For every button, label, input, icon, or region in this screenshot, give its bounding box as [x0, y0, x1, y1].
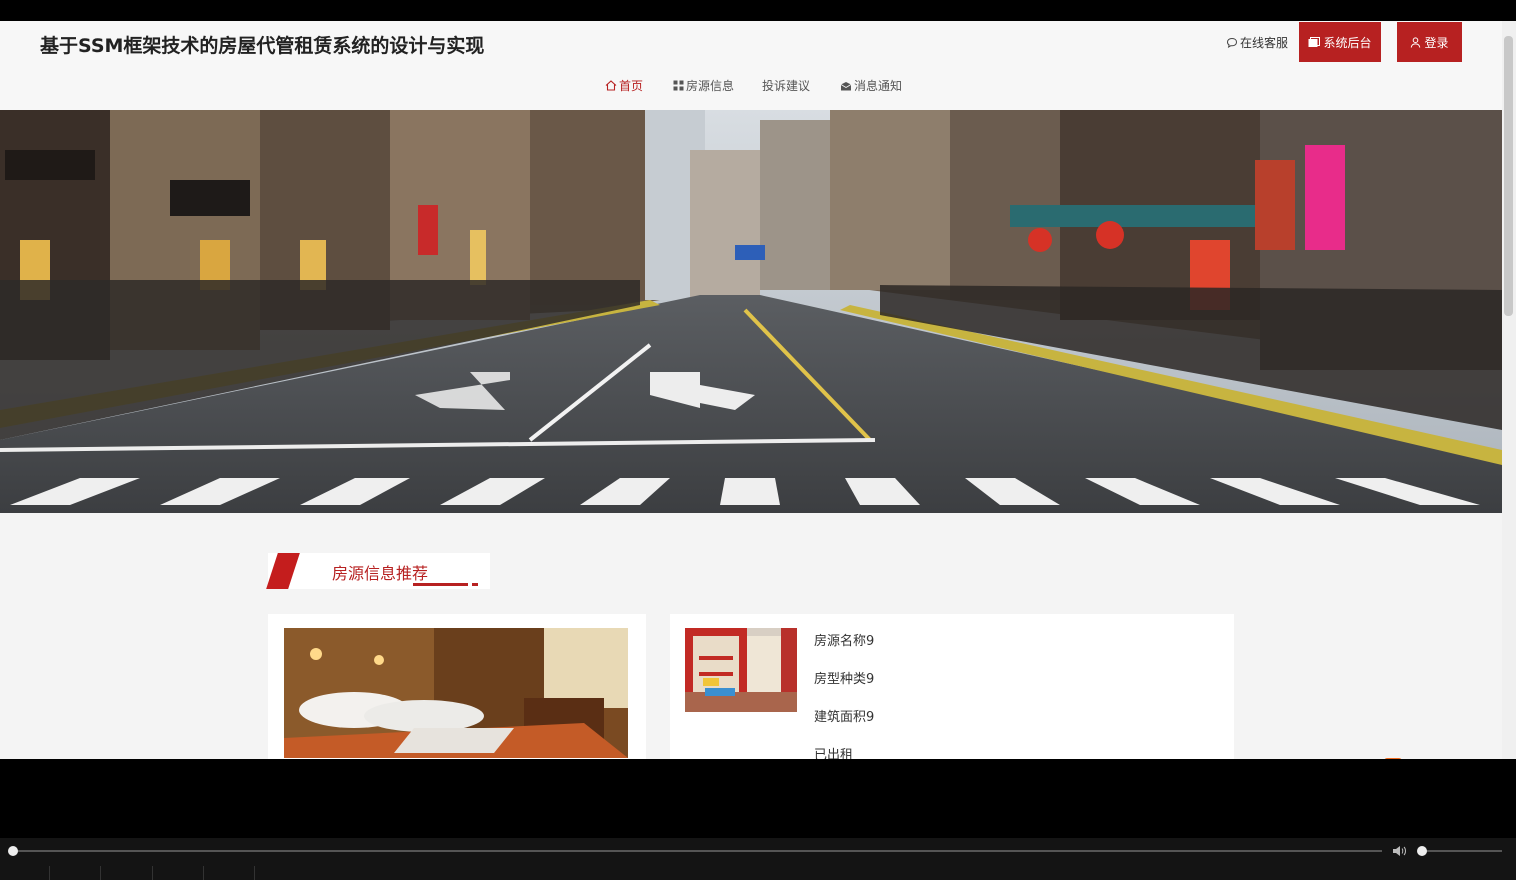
taskbar-segment[interactable]	[101, 866, 153, 880]
admin-panel-button[interactable]: 系统后台	[1299, 22, 1381, 62]
nav-complaints-label: 投诉建议	[762, 79, 811, 93]
taskbar-segment[interactable]	[204, 866, 255, 880]
browser-page: 基于SSM框架技术的房屋代管租赁系统的设计与实现 在线客服 系统后台 登录 首页…	[0, 21, 1502, 759]
site-title: 基于SSM框架技术的房屋代管租赁系统的设计与实现	[40, 35, 485, 57]
kids-room-photo	[685, 628, 797, 712]
volume-icon[interactable]	[1392, 844, 1408, 858]
online-service-link[interactable]: 在线客服	[1226, 34, 1288, 51]
section-underline-dot	[472, 583, 478, 586]
online-service-label: 在线客服	[1240, 36, 1289, 50]
scrollbar-thumb[interactable]	[1504, 36, 1513, 316]
listing-area: 建筑面积9	[814, 710, 875, 725]
login-label: 登录	[1424, 35, 1449, 50]
section-underline	[413, 583, 468, 586]
taskbar-segment[interactable]	[50, 866, 101, 880]
ime-toolbar[interactable]	[1384, 758, 1484, 759]
section-header: 房源信息推荐	[266, 553, 490, 589]
nav-complaints[interactable]: 投诉建议	[762, 77, 810, 94]
sogou-ime-icon	[1384, 758, 1402, 759]
taskbar-segment[interactable]	[0, 866, 50, 880]
nav-home[interactable]: 首页	[605, 77, 643, 94]
nav-notifications[interactable]: 消息通知	[840, 77, 902, 94]
listing-card[interactable]	[670, 614, 1234, 759]
listing-type: 房型种类9	[814, 672, 875, 687]
street-photo	[0, 110, 1502, 513]
envelope-icon	[840, 81, 852, 90]
bedroom-photo	[284, 628, 628, 758]
seek-handle[interactable]	[8, 846, 18, 856]
featured-listing-card[interactable]	[268, 614, 646, 759]
site-header: 基于SSM框架技术的房屋代管租赁系统的设计与实现 在线客服 系统后台 登录 首页…	[0, 21, 1502, 110]
nav-notifications-label: 消息通知	[854, 79, 903, 93]
home-icon	[605, 80, 617, 91]
nav-home-label: 首页	[619, 79, 644, 93]
seek-bar[interactable]	[12, 850, 1382, 852]
volume-slider[interactable]	[1418, 850, 1502, 852]
listing-status: 已出租	[814, 748, 854, 759]
nav-listings-label: 房源信息	[686, 79, 735, 93]
grid-icon	[673, 80, 684, 91]
volume-handle[interactable]	[1417, 846, 1427, 856]
section-title: 房源信息推荐	[332, 564, 429, 583]
main-nav: 首页 房源信息 投诉建议 消息通知	[0, 77, 1502, 93]
window-icon	[1308, 36, 1321, 47]
listing-name: 房源名称9	[814, 634, 875, 649]
chat-icon	[1226, 37, 1238, 48]
section-accent-bar	[266, 553, 300, 589]
taskbar-segment[interactable]	[153, 866, 204, 880]
nav-listings[interactable]: 房源信息	[673, 77, 734, 94]
hero-banner	[0, 110, 1502, 513]
user-icon	[1411, 36, 1421, 48]
login-button[interactable]: 登录	[1397, 22, 1462, 62]
admin-panel-label: 系统后台	[1323, 35, 1372, 50]
